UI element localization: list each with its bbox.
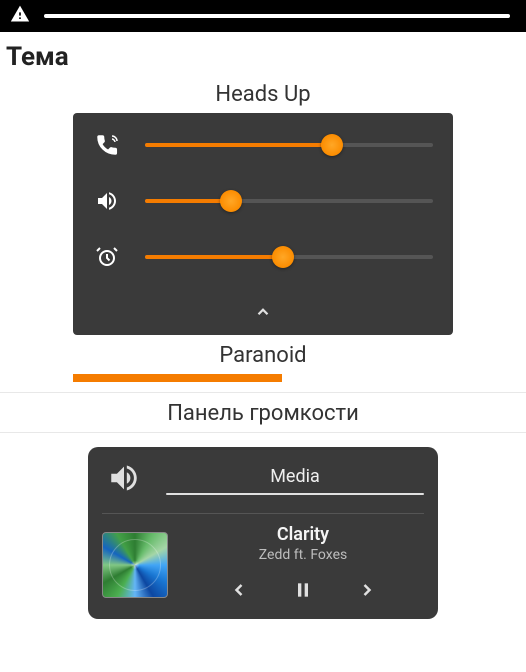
- ringer-volume-slider[interactable]: [145, 133, 433, 157]
- headsup-card: [73, 113, 453, 335]
- paranoid-progress[interactable]: [73, 374, 453, 382]
- divider: [0, 432, 526, 433]
- volume-panel-card: Media Clarity Zedd ft. Foxes: [88, 447, 438, 619]
- pause-icon: [293, 580, 313, 600]
- alarm-clock-icon: [93, 243, 121, 271]
- sound-volume-row: [93, 187, 433, 215]
- next-button[interactable]: [352, 575, 382, 605]
- warning-icon: [10, 4, 30, 28]
- media-label: Media: [270, 466, 320, 487]
- previous-button[interactable]: [224, 575, 254, 605]
- status-progress: [44, 14, 510, 18]
- card-divider: [102, 513, 424, 514]
- chevron-right-icon: [357, 580, 377, 600]
- section-headsup-label: Heads Up: [0, 74, 526, 113]
- media-volume-row: Media: [102, 461, 424, 499]
- speaker-icon: [93, 187, 121, 215]
- alarm-volume-row: [93, 243, 433, 271]
- status-bar: [0, 0, 526, 32]
- section-paranoid-label: Paranoid: [0, 335, 526, 374]
- media-volume-slider[interactable]: [166, 493, 424, 495]
- speaker-icon: [107, 461, 141, 499]
- now-playing: Clarity Zedd ft. Foxes: [102, 524, 424, 605]
- collapse-button[interactable]: [93, 299, 433, 327]
- track-artist: Zedd ft. Foxes: [259, 547, 347, 563]
- chevron-up-icon: [250, 303, 276, 321]
- track-title: Clarity: [277, 524, 329, 545]
- section-volume-panel-label: Панель громкости: [0, 393, 526, 432]
- ringer-volume-row: [93, 131, 433, 159]
- chevron-left-icon: [229, 580, 249, 600]
- page-title: Тема: [0, 32, 526, 74]
- phone-ringing-icon: [93, 131, 121, 159]
- pause-button[interactable]: [288, 575, 318, 605]
- album-art: [102, 532, 168, 598]
- alarm-volume-slider[interactable]: [145, 245, 433, 269]
- sound-volume-slider[interactable]: [145, 189, 433, 213]
